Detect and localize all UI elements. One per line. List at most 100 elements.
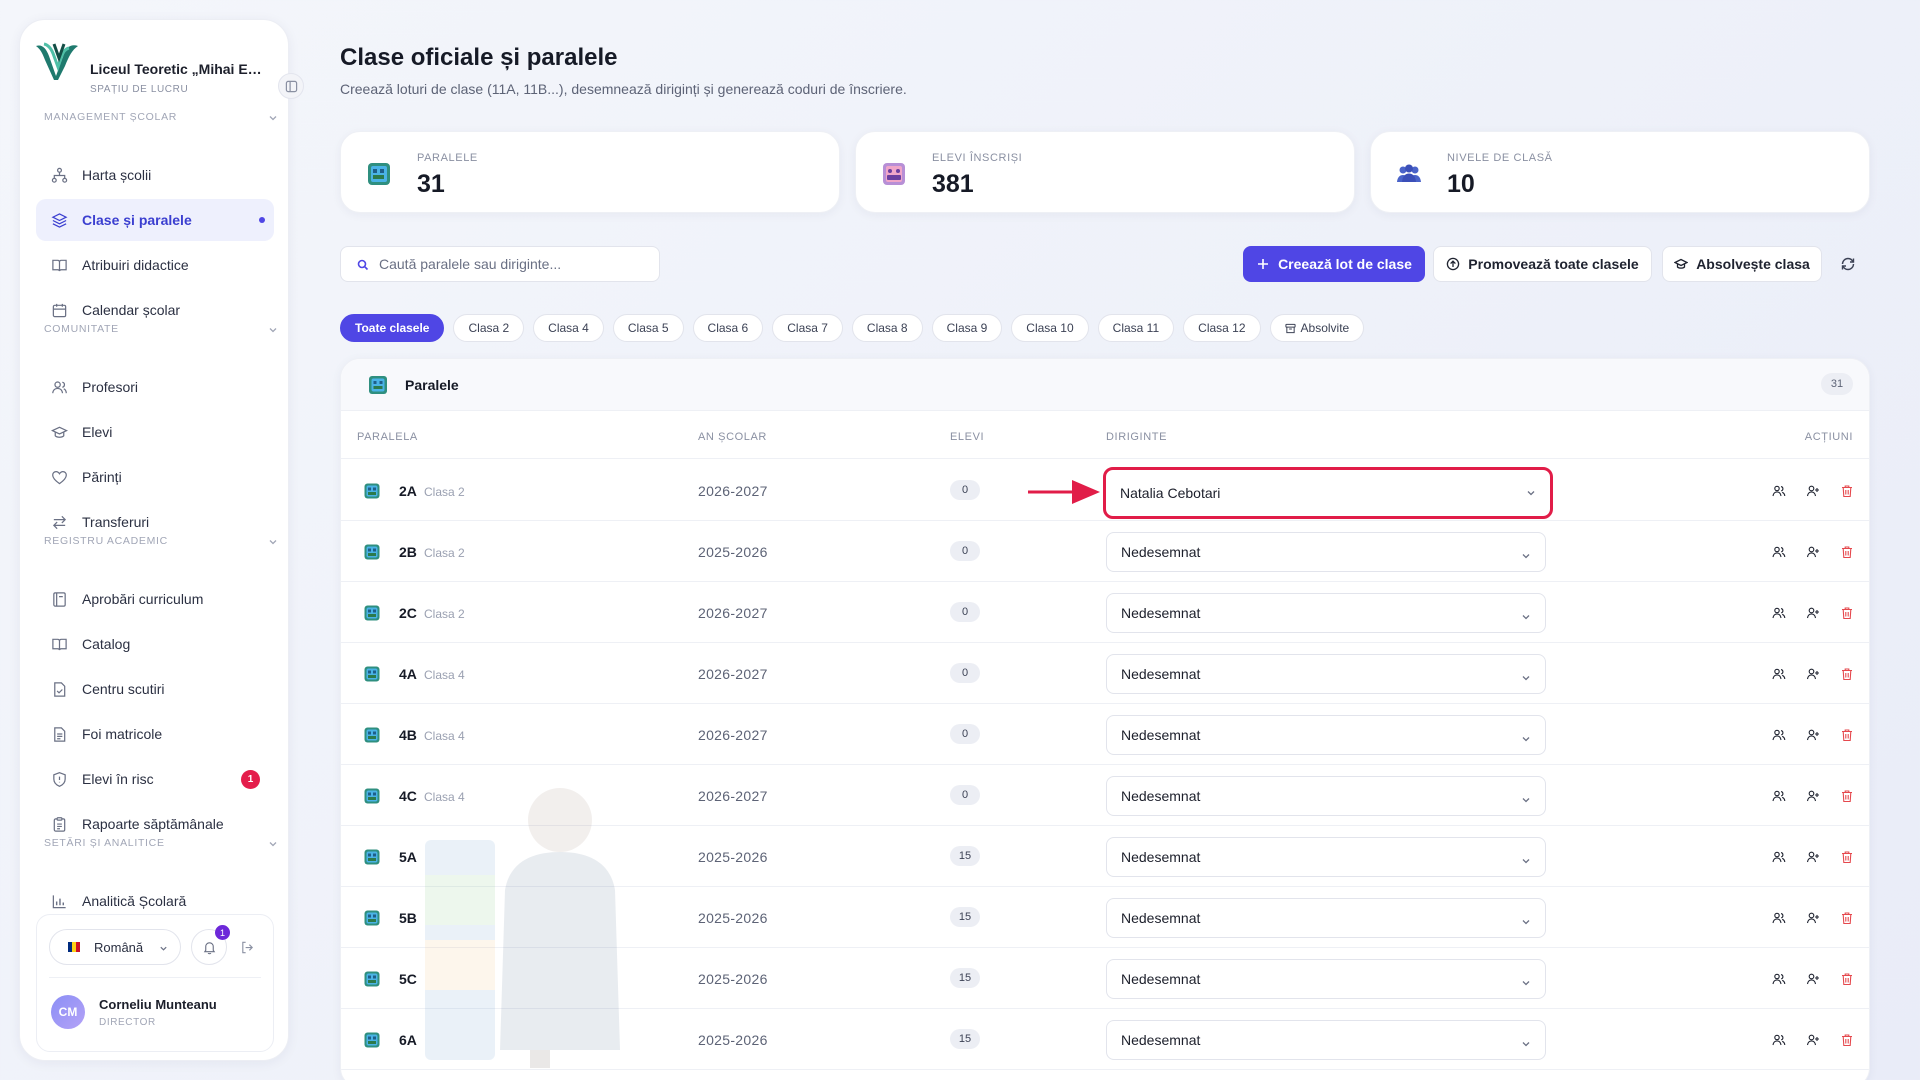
logout-button[interactable]: [235, 935, 259, 959]
class-level: Clasa 2: [424, 546, 465, 560]
add-student-icon[interactable]: [1803, 542, 1823, 562]
school-year: 2025-2026: [698, 971, 768, 987]
homeroom-teacher-select[interactable]: Nedesemnat: [1106, 776, 1546, 816]
section-community-header[interactable]: COMUNITATE: [44, 323, 282, 339]
arrow-up-circle-icon: [1447, 257, 1460, 271]
add-student-icon[interactable]: [1803, 603, 1823, 623]
homeroom-teacher-select[interactable]: Nedesemnat: [1106, 532, 1546, 572]
table-row[interactable]: 2B Clasa 2 2025-2026 0 Nedesemnat: [341, 521, 1869, 582]
add-student-icon[interactable]: [1803, 969, 1823, 989]
homeroom-teacher-select[interactable]: Natalia Cebotari: [1103, 467, 1553, 519]
chevron-down-icon: [1521, 609, 1531, 620]
view-students-icon[interactable]: [1769, 481, 1789, 501]
sidebar-item-classes[interactable]: Clase și paralele: [36, 199, 274, 241]
view-students-icon[interactable]: [1769, 786, 1789, 806]
school-year: 2026-2027: [698, 727, 768, 743]
section-management-header[interactable]: MANAGEMENT ȘCOLAR: [44, 111, 282, 127]
sidebar-item-records[interactable]: Foi matricole: [36, 713, 274, 755]
sidebar-item-parents[interactable]: Părinți: [36, 456, 274, 498]
table-row[interactable]: 4B Clasa 4 2026-2027 0 Nedesemnat: [341, 704, 1869, 765]
sitemap-icon: [50, 166, 68, 184]
delete-icon[interactable]: [1837, 1030, 1857, 1050]
chevron-down-icon: [1521, 975, 1531, 986]
add-student-icon[interactable]: [1803, 1030, 1823, 1050]
brand[interactable]: Liceul Teoretic „Mihai Eminescu” SPAȚIU …: [34, 40, 276, 96]
delete-icon[interactable]: [1837, 603, 1857, 623]
section-academic-header[interactable]: REGISTRU ACADEMIC: [44, 535, 282, 551]
filter-chip-grade-5[interactable]: Clasa 5: [612, 314, 684, 342]
sidebar-item-curriculum[interactable]: Aprobări curriculum: [36, 578, 274, 620]
table-row[interactable]: 2A Clasa 2 2026-2027 0 Natalia Cebotari: [341, 460, 1869, 521]
homeroom-teacher-select[interactable]: Nedesemnat: [1106, 898, 1546, 938]
stat-label: ELEVI ÎNSCRIȘI: [932, 152, 1023, 164]
add-student-icon[interactable]: [1803, 725, 1823, 745]
collapse-sidebar-button[interactable]: [278, 73, 304, 99]
refresh-icon: [1841, 257, 1855, 271]
filter-chip-all[interactable]: Toate clasele: [340, 314, 445, 342]
section-settings-header[interactable]: SETĂRI ȘI ANALITICE: [44, 837, 282, 853]
filter-chip-graduated[interactable]: Absolvite: [1269, 314, 1365, 342]
add-student-icon[interactable]: [1803, 664, 1823, 684]
add-student-icon[interactable]: [1803, 847, 1823, 867]
sidebar-item-catalog[interactable]: Catalog: [36, 623, 274, 665]
add-student-icon[interactable]: [1803, 908, 1823, 928]
filter-chip-grade-2[interactable]: Clasa 2: [453, 314, 525, 342]
chevron-down-icon: [1526, 485, 1536, 496]
sidebar-item-exemptions[interactable]: Centru scutiri: [36, 668, 274, 710]
delete-icon[interactable]: [1837, 786, 1857, 806]
sidebar-item-school-map[interactable]: Harta școlii: [36, 154, 274, 196]
refresh-button[interactable]: [1836, 252, 1860, 276]
view-students-icon[interactable]: [1769, 603, 1789, 623]
filter-chip-grade-4[interactable]: Clasa 4: [533, 314, 604, 342]
delete-icon[interactable]: [1837, 481, 1857, 501]
school-year: 2025-2026: [698, 849, 768, 865]
delete-icon[interactable]: [1837, 542, 1857, 562]
homeroom-teacher-select[interactable]: Nedesemnat: [1106, 715, 1546, 755]
filter-chip-grade-11[interactable]: Clasa 11: [1097, 314, 1175, 342]
view-students-icon[interactable]: [1769, 847, 1789, 867]
delete-icon[interactable]: [1837, 664, 1857, 684]
filter-chip-grade-6[interactable]: Clasa 6: [692, 314, 764, 342]
view-students-icon[interactable]: [1769, 542, 1789, 562]
heart-icon: [50, 468, 68, 486]
filter-chip-grade-9[interactable]: Clasa 9: [931, 314, 1003, 342]
add-student-icon[interactable]: [1803, 481, 1823, 501]
search-input[interactable]: [379, 247, 649, 281]
notifications-button[interactable]: 1: [191, 925, 230, 965]
language-selector[interactable]: Română: [49, 929, 181, 965]
filter-chip-grade-7[interactable]: Clasa 7: [772, 314, 843, 342]
view-students-icon[interactable]: [1769, 969, 1789, 989]
view-students-icon[interactable]: [1769, 664, 1789, 684]
filter-chip-grade-8[interactable]: Clasa 8: [851, 314, 923, 342]
filter-chip-grade-10[interactable]: Clasa 10: [1011, 314, 1089, 342]
view-students-icon[interactable]: [1769, 1030, 1789, 1050]
homeroom-teacher-select[interactable]: Nedesemnat: [1106, 959, 1546, 999]
add-student-icon[interactable]: [1803, 786, 1823, 806]
homeroom-teacher-select[interactable]: Nedesemnat: [1106, 1020, 1546, 1060]
table-row[interactable]: 2C Clasa 2 2026-2027 0 Nedesemnat: [341, 582, 1869, 643]
avatar[interactable]: CM: [51, 995, 85, 1029]
delete-icon[interactable]: [1837, 969, 1857, 989]
table-card-header: Paralele 31: [341, 359, 1869, 411]
sidebar-item-teachers[interactable]: Profesori: [36, 366, 274, 408]
homeroom-teacher-select[interactable]: Nedesemnat: [1106, 837, 1546, 877]
selected-teacher: Nedesemnat: [1121, 849, 1201, 865]
homeroom-teacher-select[interactable]: Nedesemnat: [1106, 593, 1546, 633]
page-title: Clase oficiale și paralele: [340, 44, 618, 71]
delete-icon[interactable]: [1837, 908, 1857, 928]
table-row[interactable]: 4A Clasa 4 2026-2027 0 Nedesemnat: [341, 643, 1869, 704]
delete-icon[interactable]: [1837, 725, 1857, 745]
promote-all-button[interactable]: Promovează toate clasele: [1433, 246, 1652, 282]
view-students-icon[interactable]: [1769, 725, 1789, 745]
sidebar-item-label: Centru scutiri: [82, 681, 165, 697]
sidebar-item-students[interactable]: Elevi: [36, 411, 274, 453]
homeroom-teacher-select[interactable]: Nedesemnat: [1106, 654, 1546, 694]
sidebar-item-at-risk[interactable]: Elevi în risc 1: [36, 758, 274, 800]
filter-chip-grade-12[interactable]: Clasa 12: [1183, 314, 1261, 342]
view-students-icon[interactable]: [1769, 908, 1789, 928]
sidebar-item-assignments[interactable]: Atribuiri didactice: [36, 244, 274, 286]
calendar-icon: [50, 301, 68, 319]
create-batch-button[interactable]: Creează lot de clase: [1243, 246, 1425, 282]
graduate-class-button[interactable]: Absolvește clasa: [1662, 246, 1822, 282]
delete-icon[interactable]: [1837, 847, 1857, 867]
